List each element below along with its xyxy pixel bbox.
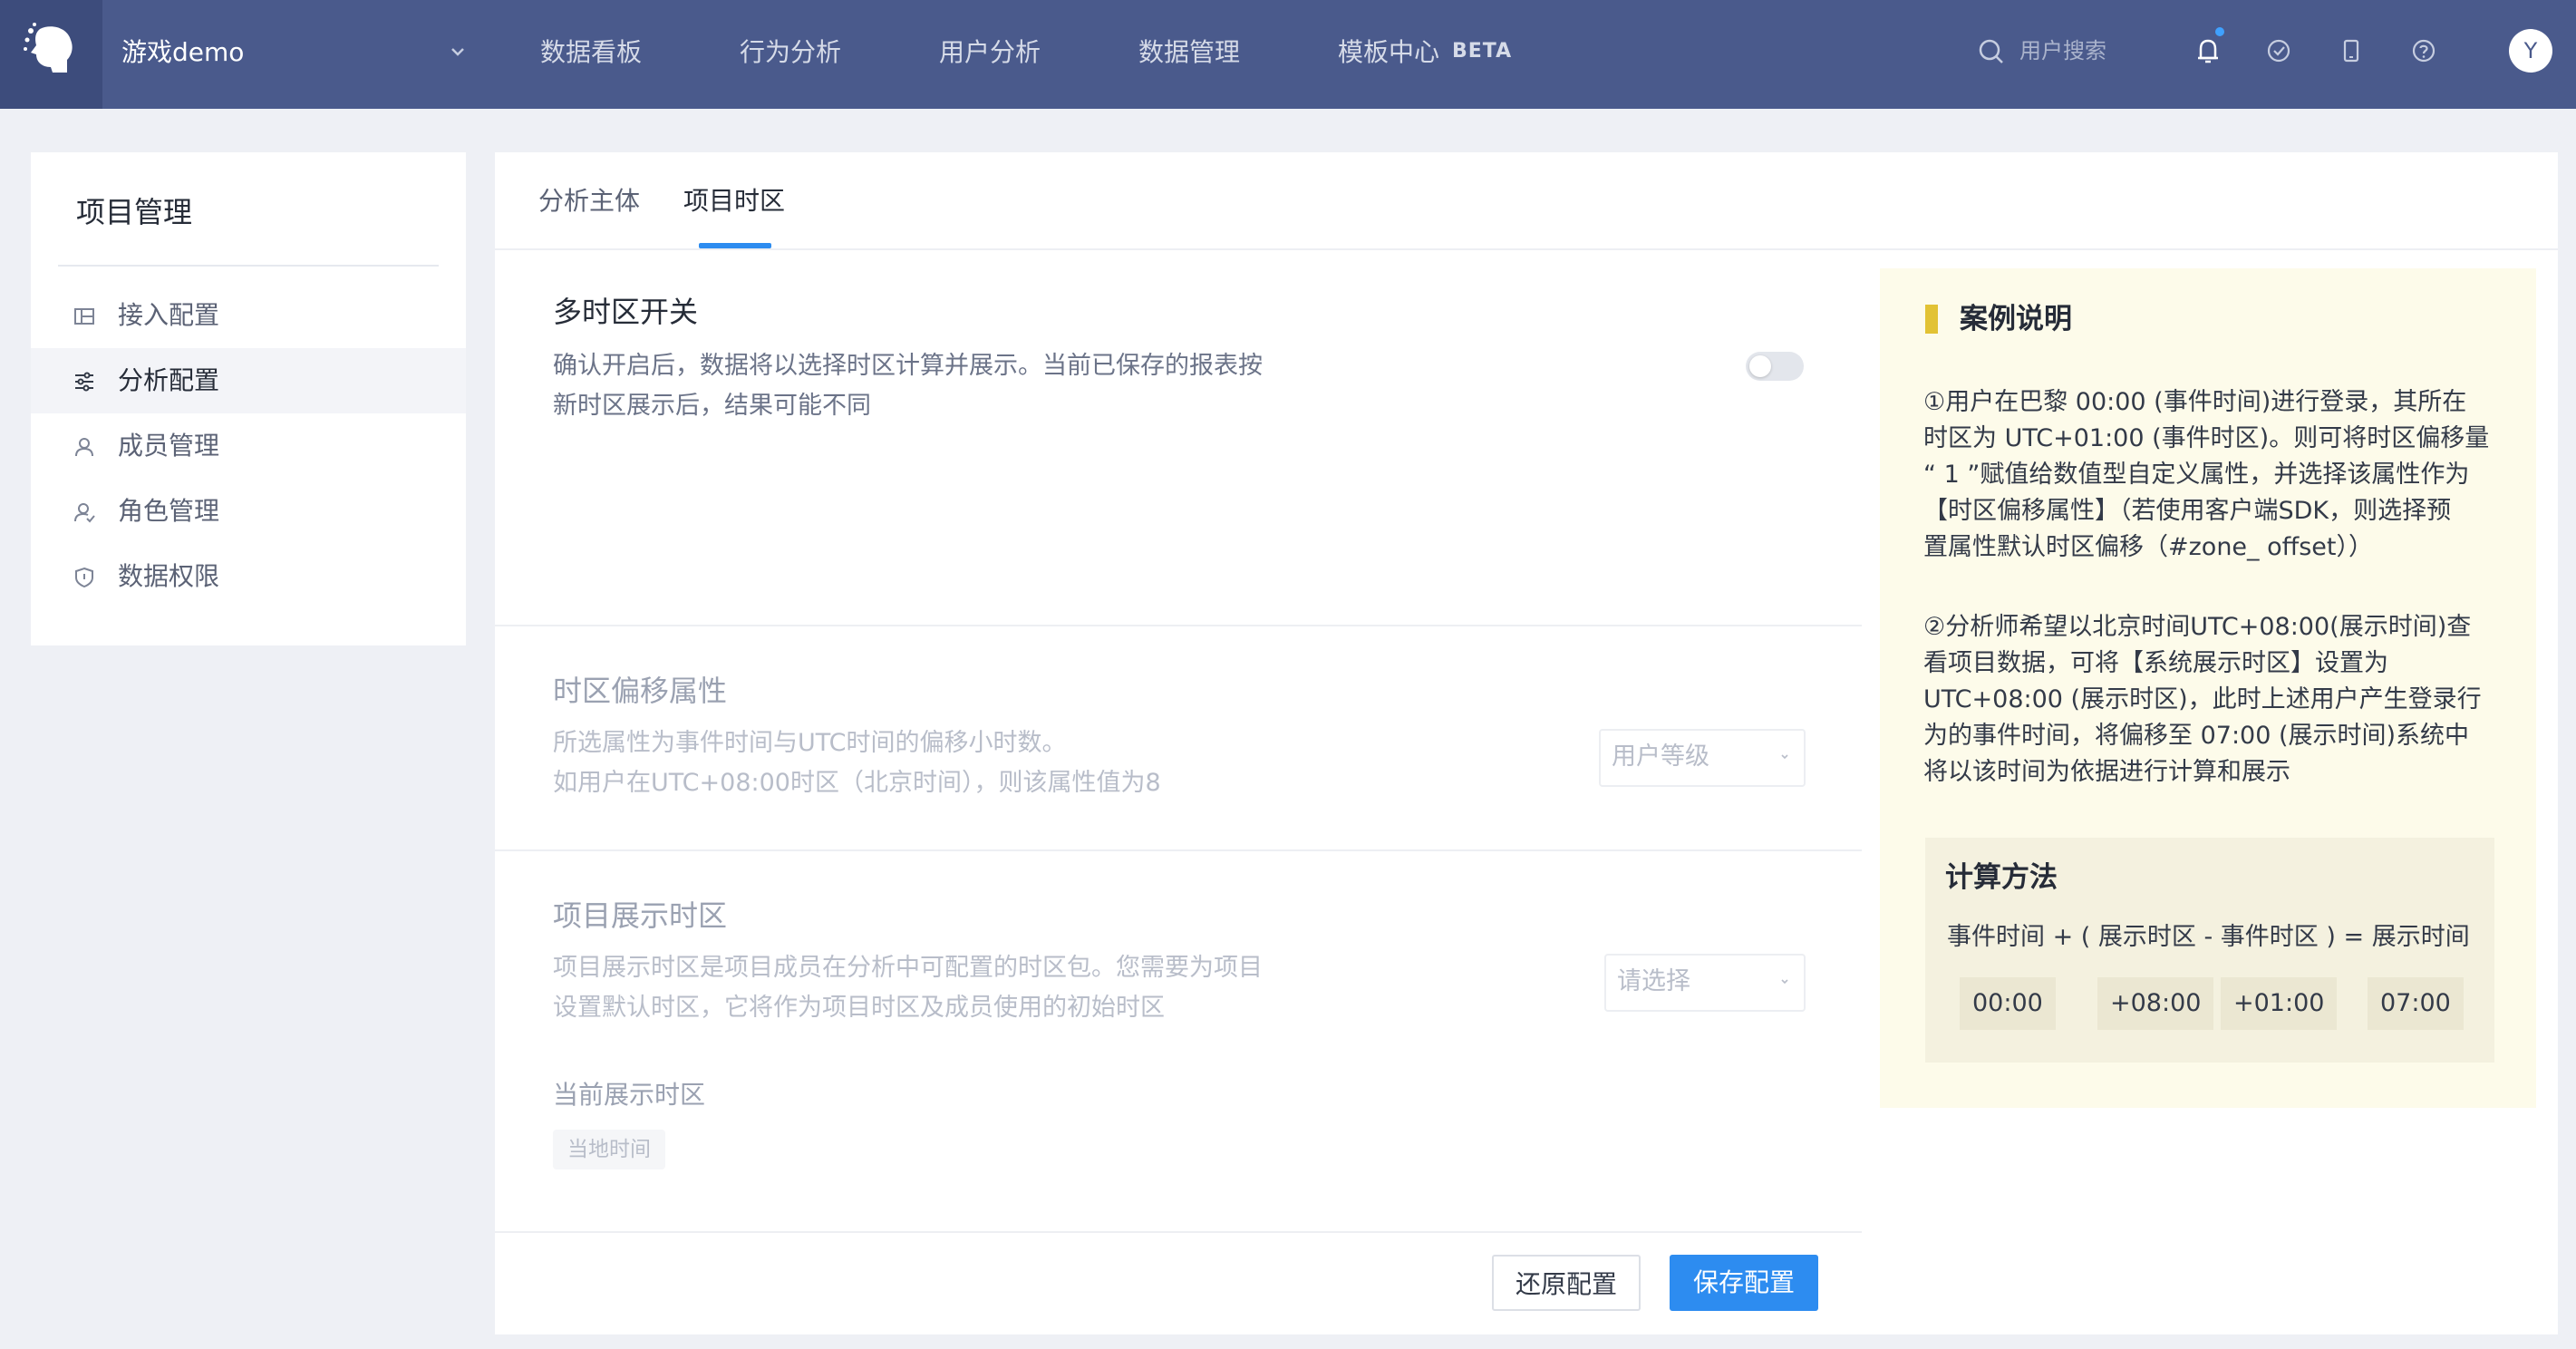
case-marker: [1925, 305, 1938, 334]
case-line: 为的事件时间，将偏移至 07:00 (展示时间)系统中: [1923, 722, 2470, 750]
case-line: ①用户在巴黎 00:00 (事件时间)进行登录，其所在: [1923, 388, 2467, 416]
case-paragraph-1: ①用户在巴黎 00:00 (事件时间)进行登录，其所在 时区为 UTC+01:0…: [1923, 384, 2503, 566]
display-timezone-title: 项目展示时区: [553, 898, 728, 933]
display-timezone-desc: 设置默认时区，它将作为项目时区及成员使用的初始时区: [553, 994, 1165, 1022]
sliders-icon: [75, 372, 93, 392]
help-icon[interactable]: [2407, 34, 2440, 67]
user-search-input[interactable]: 用户搜索: [2019, 34, 2106, 67]
logo[interactable]: [0, 0, 102, 109]
layout-icon: [74, 308, 94, 325]
multi-timezone-title: 多时区开关: [553, 295, 699, 329]
offset-attribute-desc: 如用户在UTC+08:00时区（北京时间），则该属性值为8: [553, 769, 1161, 797]
case-line: 将以该时间为依据进行计算和展示: [1923, 758, 2290, 786]
calculation-box: 计算方法 事件时间 + ( 展示时区 - 事件时区 ) = 展示时间 00:00…: [1925, 838, 2494, 1063]
display-timezone-value: +08:00: [2097, 977, 2214, 1030]
tab-bar: 分析主体 项目时区: [495, 152, 2558, 250]
divider: [58, 265, 439, 267]
select-placeholder: 请选择: [1617, 967, 1690, 995]
beta-badge: BETA: [1452, 40, 1513, 63]
case-title: 案例说明: [1960, 303, 2072, 335]
offset-attribute-desc: 所选属性为事件时间与UTC时间的偏移小时数。: [553, 729, 1067, 757]
display-timezone-select[interactable]: 请选择: [1604, 954, 1806, 1012]
sidebar-item-data-permission[interactable]: 数据权限: [31, 544, 466, 609]
chevron-down-icon: [1781, 979, 1788, 985]
search-icon[interactable]: [1976, 36, 2007, 67]
sidebar-item-role-management[interactable]: 角色管理: [31, 479, 466, 544]
multi-timezone-desc: 确认开启后，数据将以选择时区计算并展示。当前已保存的报表按: [553, 352, 1263, 380]
reset-config-button[interactable]: 还原配置: [1492, 1255, 1641, 1311]
display-timezone-desc: 项目展示时区是项目成员在分析中可配置的时区包。您需要为项目: [553, 954, 1263, 982]
check-circle-icon[interactable]: [2262, 34, 2295, 67]
nav-user-analysis[interactable]: 用户分析: [939, 34, 1041, 71]
offset-attribute-title: 时区偏移属性: [553, 674, 728, 708]
timezone-settings: 多时区开关 确认开启后，数据将以选择时区计算并展示。当前已保存的报表按 新时区展…: [495, 250, 1862, 1334]
sidebar-item-access-config[interactable]: 接入配置: [31, 283, 466, 348]
calc-formula: 事件时间 + ( 展示时区 - 事件时区 ) = 展示时间: [1947, 923, 2470, 951]
sidebar-title: 项目管理: [76, 195, 193, 229]
case-line: “ 1 ”赋值给数值型自定义属性，并选择该属性作为: [1923, 461, 2470, 489]
sidebar-item-member-management[interactable]: 成员管理: [31, 413, 466, 479]
chevron-down-icon: [1781, 754, 1788, 760]
case-line: ②分析师希望以北京时间UTC+08:00(展示时间)查: [1923, 613, 2472, 641]
current-timezone-label: 当前展示时区: [553, 1080, 706, 1110]
display-time-value: 07:00: [2368, 977, 2464, 1030]
divider: [495, 625, 1862, 626]
active-tab-indicator: [699, 243, 771, 248]
case-line: 置属性默认时区偏移（#zone_ offset））: [1923, 533, 2374, 561]
sidebar-item-label: 角色管理: [118, 496, 220, 526]
case-paragraph-2: ②分析师希望以北京时间UTC+08:00(展示时间)查 看项目数据，可将【系统展…: [1923, 609, 2503, 791]
nav-template-center[interactable]: 模板中心: [1338, 34, 1439, 71]
divider: [495, 849, 1862, 851]
tablet-icon[interactable]: [2335, 34, 2368, 67]
bell-icon[interactable]: [2192, 34, 2224, 67]
multi-timezone-toggle[interactable]: [1746, 352, 1804, 381]
case-line: 时区为 UTC+01:00 (事件时区)。则可将时区偏移量: [1923, 424, 2490, 452]
top-navbar: 游戏demo 数据看板 行为分析 用户分析 数据管理 模板中心 BETA 用户搜…: [0, 0, 2576, 109]
tab-analysis-subject[interactable]: 分析主体: [538, 183, 640, 219]
logo-icon: [24, 23, 73, 73]
calc-title: 计算方法: [1945, 861, 2058, 894]
save-config-button[interactable]: 保存配置: [1670, 1255, 1818, 1311]
nav-dashboard[interactable]: 数据看板: [540, 34, 642, 71]
case-line: UTC+08:00 (展示时区)，此时上述用户产生登录行: [1923, 685, 2482, 713]
notification-dot: [2215, 27, 2224, 36]
divider: [495, 1231, 1862, 1233]
case-explanation-panel: 案例说明 ①用户在巴黎 00:00 (事件时间)进行登录，其所在 时区为 UTC…: [1880, 268, 2536, 1108]
sidebar: 项目管理 接入配置 分析配置 成员管理 角色管理 数据权限: [31, 152, 466, 645]
chevron-down-icon[interactable]: [444, 38, 471, 65]
select-value: 用户等级: [1612, 742, 1709, 771]
tab-project-timezone[interactable]: 项目时区: [683, 183, 785, 219]
nav-behavior-analysis[interactable]: 行为分析: [740, 34, 841, 71]
offset-attribute-select[interactable]: 用户等级: [1599, 729, 1806, 787]
sidebar-item-label: 分析配置: [118, 365, 220, 395]
user-role-icon: [74, 503, 95, 523]
event-timezone-value: +01:00: [2221, 977, 2338, 1030]
current-timezone-tag: 当地时间: [553, 1130, 665, 1169]
toggle-knob: [1749, 355, 1771, 377]
multi-timezone-desc: 新时区展示后，结果可能不同: [553, 392, 871, 420]
case-line: 看项目数据，可将【系统展示时区】设置为: [1923, 649, 2388, 677]
case-line: 【时区偏移属性】（若使用客户端SDK，则选择预: [1923, 497, 2452, 525]
project-name[interactable]: 游戏demo: [121, 34, 244, 71]
sidebar-item-label: 成员管理: [118, 431, 220, 461]
user-icon: [75, 438, 93, 457]
nav-data-management[interactable]: 数据管理: [1138, 34, 1240, 71]
shield-icon: [75, 567, 93, 588]
event-time-value: 00:00: [1960, 977, 2056, 1030]
sidebar-item-label: 数据权限: [118, 561, 220, 591]
sidebar-item-label: 接入配置: [118, 300, 220, 330]
avatar[interactable]: Y: [2509, 29, 2552, 73]
sidebar-item-analysis-config[interactable]: 分析配置: [31, 348, 466, 413]
